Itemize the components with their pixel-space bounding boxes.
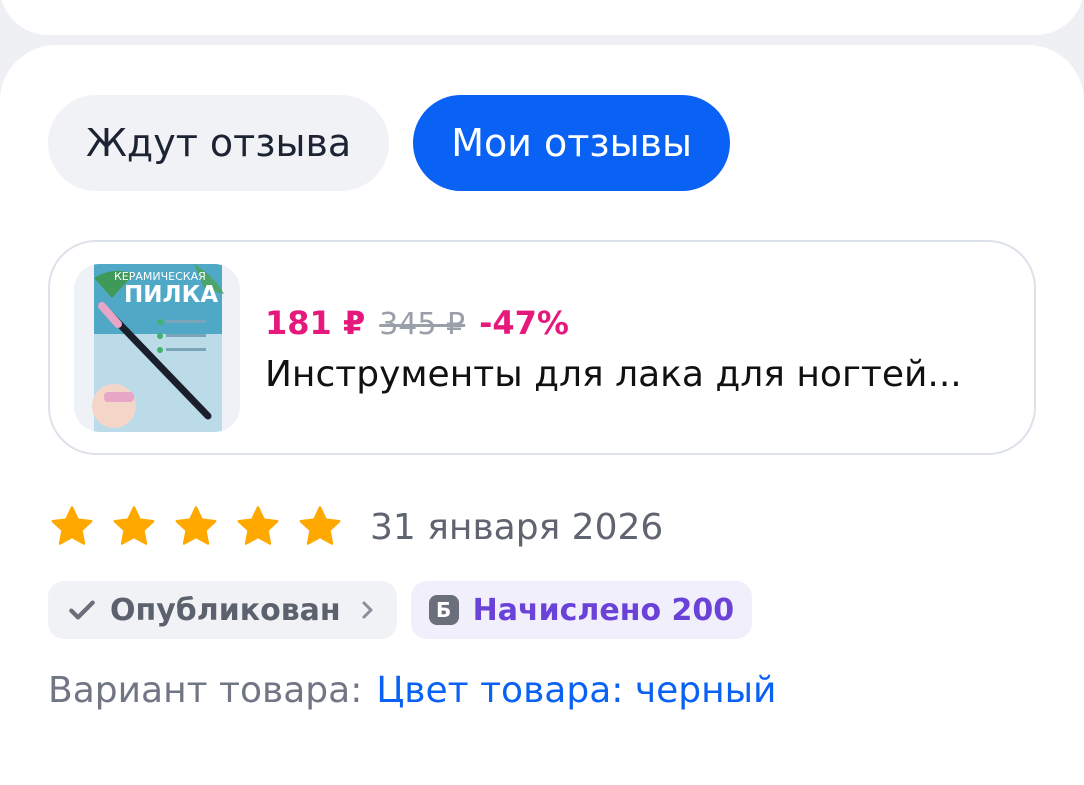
product-title[interactable]: Инструменты для лака для ногтей...	[265, 354, 1005, 395]
variant-label: Вариант товара:	[48, 670, 363, 711]
star-icon	[299, 506, 341, 545]
check-icon	[69, 600, 95, 620]
star-icon	[237, 506, 279, 545]
star-icon	[175, 506, 217, 545]
tab-awaiting-review[interactable]: Ждут отзыва	[48, 95, 390, 191]
price-row: 181 ₽ 345 ₽ -47%	[265, 304, 569, 342]
review-card: Ждут отзыва Мои отзывы КЕРАМИЧЕСКАЯ ПИЛК…	[0, 45, 1084, 785]
tab-awaiting-review-label: Ждут отзыва	[86, 121, 352, 165]
published-status-label: Опубликован	[110, 592, 341, 628]
status-badges: Опубликован Б Начислено 200	[48, 581, 753, 639]
published-status-button[interactable]: Опубликован	[48, 581, 397, 639]
tab-my-reviews[interactable]: Мои отзывы	[413, 95, 730, 191]
review-tabs: Ждут отзыва Мои отзывы	[48, 95, 730, 191]
variant-value-link[interactable]: Цвет товара: черный	[376, 670, 776, 711]
price-old: 345 ₽	[379, 307, 466, 342]
discount-badge: -47%	[479, 304, 569, 342]
tab-my-reviews-label: Мои отзывы	[451, 121, 692, 165]
price-current: 181 ₽	[265, 304, 366, 342]
product-card[interactable]: КЕРАМИЧЕСКАЯ ПИЛКА 181 ₽ 345 ₽ -47% Инст…	[48, 240, 1036, 455]
review-date: 31 января 2026	[370, 506, 664, 548]
product-thumbnail[interactable]: КЕРАМИЧЕСКАЯ ПИЛКА	[74, 264, 240, 432]
rating-row: 31 января 2026	[48, 503, 663, 551]
star-icon	[113, 506, 155, 545]
star-icon	[51, 506, 93, 545]
product-variant: Вариант товара: Цвет товара: черный	[48, 670, 776, 711]
thumbnail-text-2: ПИЛКА	[124, 282, 218, 308]
chevron-right-icon	[362, 601, 373, 619]
bonus-icon: Б	[428, 595, 459, 625]
bonus-badge: Б Начислено 200	[410, 581, 753, 639]
bonus-label: Начислено 200	[472, 592, 735, 628]
previous-card	[0, 0, 1084, 35]
